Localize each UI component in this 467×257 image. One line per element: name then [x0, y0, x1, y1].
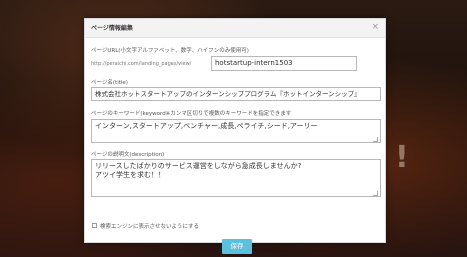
page-title-input[interactable]: 株式会社ホットスタートアップのインターンシッププログラム『ホットインターンシップ…	[91, 87, 381, 101]
page-title-label: ページ名(title)	[91, 80, 128, 86]
page-keyword-label: ページのキーワード(keyword※カンマ区切りで複数のキーワードを指定できます	[91, 111, 292, 117]
page-description-label: ページの説明文(description)	[91, 152, 165, 158]
page-url-prefix: http://peraichi.com/landing_pages/view/	[91, 61, 192, 67]
dialog-title: ページ情報編集	[91, 25, 133, 32]
hide-from-search-label[interactable]: 検索エンジンに表示させないようにする	[100, 222, 199, 230]
background-headline-fragment	[60, 8, 63, 19]
keyword-resize-handle[interactable]	[373, 137, 378, 142]
hide-from-search-checkbox[interactable]	[92, 223, 97, 228]
close-icon[interactable]: ×	[371, 22, 379, 32]
page-info-edit-dialog: ページ情報編集 × ページURL(小文字アルファベット、数字、ハイフンのみ使用可…	[84, 18, 386, 254]
dialog-header: ページ情報編集 ×	[85, 19, 385, 38]
description-resize-handle[interactable]	[373, 191, 378, 196]
page-description-textarea[interactable]: リリースしたばかりのサービス運営をしながら急成長しませんか? アツイ学生を求む！…	[91, 159, 381, 197]
background-exclamation: !	[395, 140, 409, 175]
save-button[interactable]: 保存	[222, 239, 252, 254]
page-url-label: ページURL(小文字アルファベット、数字、ハイフンのみ使用可)	[91, 48, 249, 54]
page-keyword-textarea[interactable]: インターン,スタートアップ,ベンチャー,成長,ペライチ,シード,アーリー	[91, 119, 381, 143]
page-url-input[interactable]: hotstartup-intern1503	[211, 56, 357, 71]
